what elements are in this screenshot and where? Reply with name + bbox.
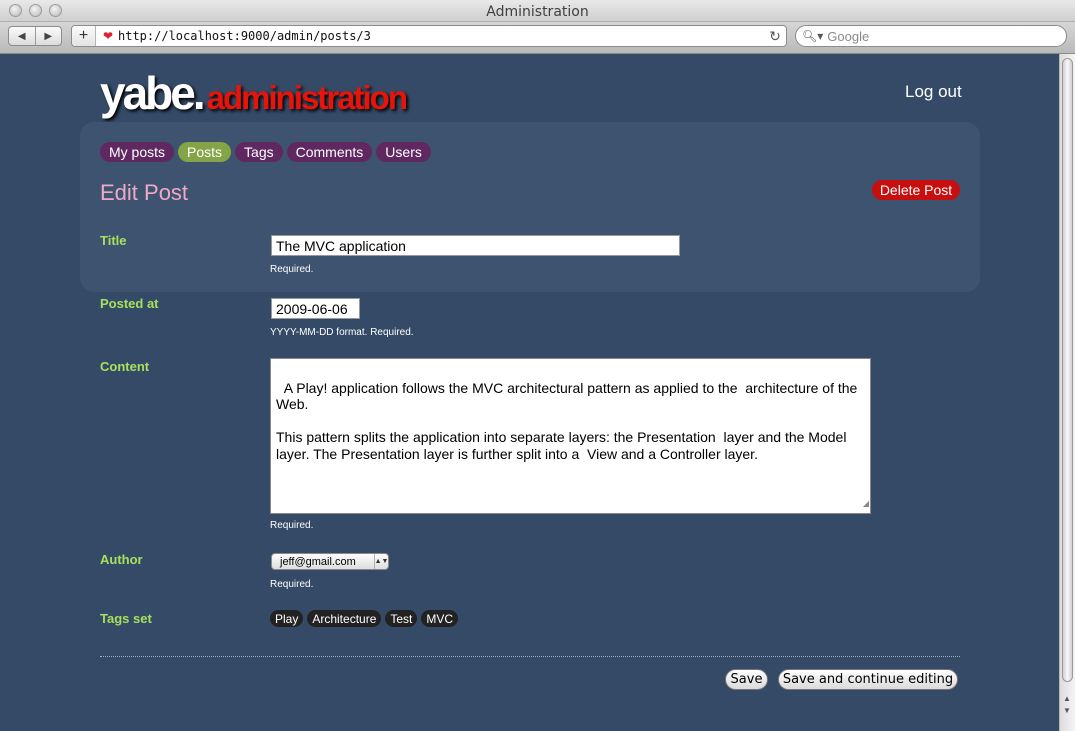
tag-mvc[interactable]: MVC (421, 610, 459, 627)
scrollbar-thumb[interactable] (1062, 58, 1073, 682)
browser-toolbar: ◀ ▶ + ❤ http://localhost:9000/admin/post… (0, 22, 1075, 54)
scroll-up-arrow-icon[interactable]: ▲ (1063, 694, 1071, 703)
window-titlebar: Administration (0, 0, 1075, 22)
tab-my-posts[interactable]: My posts (100, 142, 175, 162)
content-text: A Play! application follows the MVC arch… (276, 379, 858, 462)
tag-architecture[interactable]: Architecture (307, 610, 382, 627)
tag-play[interactable]: Play (270, 610, 304, 627)
back-icon[interactable]: ◀ (9, 27, 36, 45)
posted-at-input[interactable]: 2009-06-06 (271, 298, 360, 319)
title-hint: Required. (270, 264, 314, 275)
title-input[interactable]: The MVC application (271, 235, 680, 256)
author-selected-value: jeff@gmail.com (280, 555, 356, 568)
search-field[interactable]: 🔍︎▾ Google (795, 25, 1067, 47)
address-bar[interactable]: + ❤ http://localhost:9000/admin/posts/3 … (71, 25, 787, 47)
admin-nav-tabs: My posts Posts Tags Comments Users (100, 142, 431, 162)
scroll-down-arrow-icon[interactable]: ▼ (1063, 706, 1071, 715)
search-icon[interactable]: 🔍︎▾ (802, 29, 823, 43)
author-label: Author (100, 552, 143, 567)
logo-text: yabe. (100, 67, 206, 119)
content-label: Content (100, 359, 150, 374)
tab-posts[interactable]: Posts (178, 142, 232, 162)
select-arrows-icon: ▲▼ (374, 554, 388, 569)
posted-at-label: Posted at (100, 296, 159, 311)
url-text[interactable]: http://localhost:9000/admin/posts/3 (116, 29, 764, 43)
tag-test[interactable]: Test (385, 610, 418, 627)
posted-at-hint: YYYY-MM-DD format. Required. (270, 327, 414, 338)
author-select[interactable]: jeff@gmail.com ▲▼ (271, 553, 389, 570)
vertical-scrollbar[interactable]: ▲ ▼ (1059, 54, 1075, 731)
tags-list: Play Architecture Test MVC (270, 610, 459, 627)
page-title: Edit Post (100, 180, 189, 205)
save-continue-button[interactable]: Save and continue editing (778, 669, 958, 690)
add-bookmark-icon[interactable]: + (72, 26, 96, 46)
author-hint: Required. (270, 579, 314, 590)
history-buttons: ◀ ▶ (8, 26, 62, 46)
logout-link[interactable]: Log out (905, 82, 962, 102)
search-placeholder: Google (827, 28, 870, 44)
forward-icon[interactable]: ▶ (36, 27, 62, 45)
title-label: Title (100, 233, 127, 248)
logo-subtitle: administration (206, 79, 408, 116)
delete-post-button[interactable]: Delete Post (872, 180, 960, 200)
content-hint: Required. (270, 520, 314, 531)
tags-label: Tags set (100, 611, 152, 626)
tab-comments[interactable]: Comments (286, 142, 373, 162)
favicon-heart-icon: ❤ (102, 29, 114, 43)
tab-tags[interactable]: Tags (235, 142, 283, 162)
tab-users[interactable]: Users (376, 142, 431, 162)
form-divider (100, 656, 960, 657)
reload-icon[interactable]: ↻ (764, 28, 786, 45)
site-logo[interactable]: yabe. administration (100, 66, 408, 120)
content-textarea[interactable]: A Play! application follows the MVC arch… (270, 358, 871, 514)
window-title: Administration (486, 4, 589, 20)
save-button[interactable]: Save (725, 669, 768, 690)
resize-grip-icon[interactable]: ◢ (863, 496, 869, 513)
